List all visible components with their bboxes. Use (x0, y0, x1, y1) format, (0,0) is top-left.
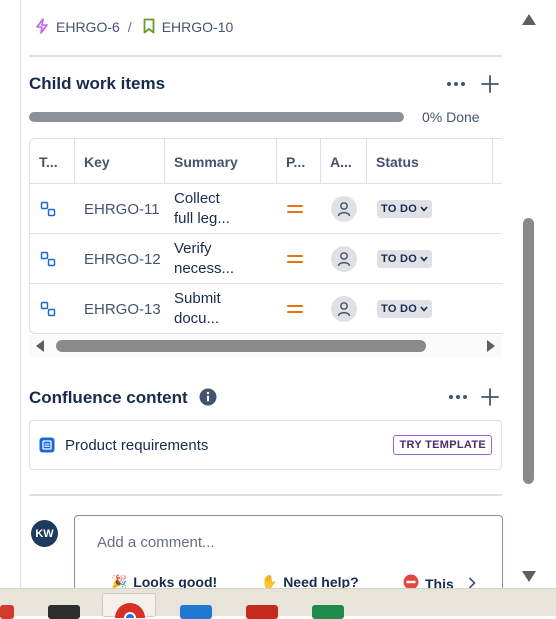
confluence-more-button[interactable] (446, 385, 470, 409)
assignee-avatar[interactable] (331, 184, 357, 234)
table-row[interactable]: EHRGO-12 Verify necess... TO DO (30, 234, 502, 284)
row-key[interactable]: EHRGO-13 (84, 284, 161, 333)
column-header-type[interactable]: T... (30, 139, 75, 184)
taskbar-app-icon[interactable] (246, 605, 278, 619)
status-dropdown[interactable]: TO DO (377, 284, 433, 333)
scroll-down-arrow-icon[interactable] (522, 571, 536, 582)
horizontal-scroll-thumb[interactable] (56, 340, 426, 352)
progress-label: 0% Done (422, 109, 480, 125)
status-label: TO DO (381, 203, 418, 215)
plus-icon (481, 388, 499, 406)
breadcrumb-parent[interactable]: EHRGO-6 (34, 17, 120, 37)
breadcrumb-separator: / (127, 19, 132, 35)
column-header-assignee[interactable]: A... (321, 139, 367, 184)
chevron-down-icon (420, 306, 428, 312)
lightning-icon (34, 17, 50, 37)
page-icon (39, 437, 55, 458)
vertical-scrollbar[interactable] (517, 0, 539, 588)
user-avatar[interactable]: KW (31, 520, 58, 547)
table-row[interactable]: EHRGO-13 Submit docu... TO DO (30, 284, 502, 333)
info-icon[interactable] (196, 385, 220, 409)
section-divider (29, 494, 502, 496)
subtask-icon (40, 284, 56, 333)
breadcrumb-parent-key[interactable]: EHRGO-6 (56, 19, 120, 35)
blocked-icon (403, 574, 419, 588)
quick-reply-this[interactable]: This (403, 574, 454, 588)
assignee-avatar[interactable] (331, 234, 357, 284)
row-key[interactable]: EHRGO-11 (84, 184, 160, 234)
child-items-more-button[interactable] (444, 72, 468, 96)
scroll-up-arrow-icon[interactable] (522, 14, 536, 25)
confluence-content-title: Confluence content (29, 388, 188, 407)
os-taskbar (0, 588, 556, 619)
column-header-status[interactable]: Status (367, 139, 493, 184)
try-template-button[interactable]: TRY TEMPLATE (393, 435, 492, 455)
party-popper-icon: 🎉 (111, 574, 128, 588)
priority-medium-icon (287, 234, 303, 284)
child-items-table: T... Key Summary P... A... Status EHRGO-… (29, 138, 502, 334)
scroll-right-arrow-icon[interactable] (486, 340, 496, 352)
row-summary[interactable]: Verify necess... (174, 234, 234, 284)
quick-reply-label: Need help? (283, 574, 359, 588)
quick-reply-label: Looks good! (133, 574, 218, 588)
status-dropdown[interactable]: TO DO (377, 184, 433, 234)
row-key[interactable]: EHRGO-12 (84, 234, 161, 284)
issue-detail-panel: EHRGO-6 / EHRGO-10 Child work items 0% D… (0, 0, 556, 588)
taskbar-app-icon[interactable] (48, 605, 80, 619)
raised-hand-icon: ✋ (261, 574, 278, 588)
status-label: TO DO (381, 303, 418, 315)
subtask-icon (40, 234, 56, 284)
assignee-avatar[interactable] (331, 284, 357, 333)
section-divider (29, 55, 502, 57)
quick-reply-label: This (425, 575, 454, 589)
quick-reply-need-help[interactable]: ✋ Need help? (261, 574, 359, 588)
priority-medium-icon (287, 184, 303, 234)
table-row[interactable]: EHRGO-11 Collect full leg... TO DO (30, 184, 502, 234)
confluence-page-card[interactable]: Product requirements TRY TEMPLATE (29, 420, 502, 470)
scroll-left-arrow-icon[interactable] (35, 340, 45, 352)
comment-placeholder: Add a comment... (97, 534, 215, 551)
taskbar-app-icon[interactable] (180, 605, 212, 619)
chevron-right-icon[interactable] (468, 577, 476, 588)
subtask-icon (40, 184, 56, 234)
chevron-down-icon (420, 206, 428, 212)
priority-medium-icon (287, 284, 303, 333)
taskbar-active-app[interactable] (102, 593, 156, 618)
comment-input[interactable]: Add a comment... 🎉 Looks good! ✋ Need he… (74, 515, 503, 588)
add-child-item-button[interactable] (478, 72, 502, 96)
breadcrumb-current[interactable]: EHRGO-10 (142, 18, 234, 37)
taskbar-app-icon[interactable] (312, 605, 344, 619)
child-work-items-title: Child work items (29, 74, 166, 93)
quick-reply-looks-good[interactable]: 🎉 Looks good! (111, 574, 217, 588)
more-icon (449, 395, 467, 399)
bookmark-icon (142, 18, 156, 37)
add-confluence-page-button[interactable] (478, 385, 502, 409)
breadcrumb: EHRGO-6 / EHRGO-10 (34, 16, 233, 38)
table-horizontal-scrollbar[interactable] (29, 335, 502, 357)
chevron-down-icon (420, 256, 428, 262)
column-header-priority[interactable]: P... (277, 139, 321, 184)
status-dropdown[interactable]: TO DO (377, 234, 433, 284)
row-summary[interactable]: Submit docu... (174, 284, 221, 333)
panel-divider (20, 0, 21, 588)
status-label: TO DO (381, 253, 418, 265)
row-summary[interactable]: Collect full leg... (174, 184, 230, 234)
column-header-summary[interactable]: Summary (165, 139, 277, 184)
confluence-page-title[interactable]: Product requirements (65, 437, 208, 454)
taskbar-app-icon[interactable] (0, 605, 14, 619)
more-icon (447, 82, 465, 86)
table-header: T... Key Summary P... A... Status (30, 139, 502, 184)
progress-bar (29, 112, 404, 122)
column-header-key[interactable]: Key (75, 139, 165, 184)
vertical-scroll-thumb[interactable] (523, 218, 534, 484)
plus-icon (481, 75, 499, 93)
breadcrumb-current-key[interactable]: EHRGO-10 (162, 19, 234, 35)
